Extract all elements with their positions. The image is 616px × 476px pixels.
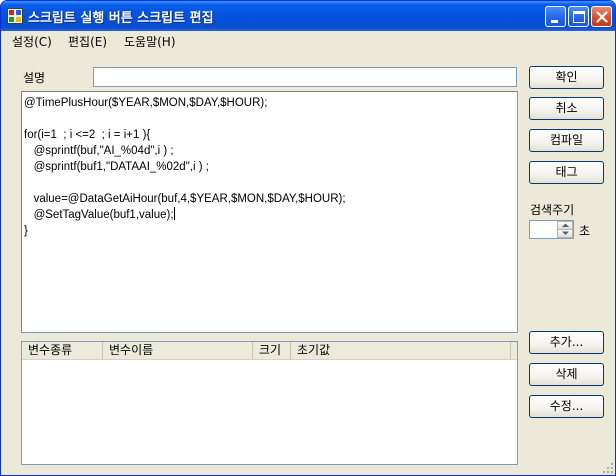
close-button[interactable] <box>591 6 612 27</box>
arrow-down-icon <box>562 231 569 235</box>
column-variable-name[interactable]: 변수이름 <box>103 342 253 359</box>
column-size[interactable]: 크기 <box>253 342 291 359</box>
menu-help[interactable]: 도움말(H) <box>121 33 179 50</box>
window-title: 스크립트 실행 버튼 스크립트 편집 <box>28 11 214 26</box>
spinner-down-button[interactable] <box>557 229 573 238</box>
code-line: @TimePlusHour($YEAR,$MON,$DAY,$HOUR); <box>24 97 268 109</box>
search-period-spinner[interactable] <box>529 220 574 239</box>
delete-variable-button[interactable]: 삭제 <box>529 363 604 386</box>
code-line: @sprintf(buf,"AI_%04d",i ) ; <box>24 145 174 157</box>
description-input[interactable] <box>93 67 517 87</box>
edit-variable-button[interactable]: 수정... <box>529 395 604 418</box>
minimize-icon <box>551 20 558 23</box>
cancel-button[interactable]: 취소 <box>529 97 604 120</box>
code-line: value=@DataGetAiHour(buf,4,$YEAR,$MON,$D… <box>24 193 346 205</box>
column-initial-value[interactable]: 초기값 <box>291 342 511 359</box>
tag-button[interactable]: 태그 <box>529 161 604 184</box>
code-line-current: @SetTagValue(buf1,value); <box>24 207 515 223</box>
menu-bar: 설정(C) 편집(E) 도움말(H) <box>1 31 615 51</box>
text-caret <box>173 207 175 220</box>
code-line: } <box>24 225 28 237</box>
spinner-buttons <box>557 221 573 238</box>
search-period-value[interactable] <box>532 222 556 237</box>
resize-grip-icon[interactable] <box>602 462 614 474</box>
seconds-unit-label: 초 <box>579 224 591 238</box>
description-label: 설명 <box>23 71 46 85</box>
minimize-button[interactable] <box>545 6 566 27</box>
add-variable-button[interactable]: 추가... <box>529 331 604 354</box>
variables-table-header: 변수종류 변수이름 크기 초기값 <box>22 342 517 360</box>
script-edit-window: 스크립트 실행 버튼 스크립트 편집 설정(C) 편집(E) 도움말(H) 설명… <box>0 0 616 476</box>
variables-table[interactable]: 변수종류 변수이름 크기 초기값 <box>21 341 518 465</box>
close-icon <box>596 11 608 23</box>
search-period-label: 검색주기 <box>530 203 575 217</box>
arrow-up-icon <box>562 223 569 227</box>
code-line: @sprintf(buf1,"DATAAI_%02d",i ) ; <box>24 161 209 173</box>
maximize-button[interactable] <box>568 6 589 27</box>
maximize-icon <box>573 11 585 23</box>
confirm-button[interactable]: 확인 <box>529 66 604 89</box>
code-line-text: @SetTagValue(buf1,value); <box>24 209 174 221</box>
code-line: for(i=1 ; i <=2 ; i = i+1 ){ <box>24 129 151 141</box>
column-variable-type[interactable]: 변수종류 <box>22 342 103 359</box>
script-editor[interactable]: @TimePlusHour($YEAR,$MON,$DAY,$HOUR); fo… <box>21 91 518 333</box>
title-bar[interactable]: 스크립트 실행 버튼 스크립트 편집 <box>1 1 615 31</box>
app-icon <box>7 8 23 24</box>
menu-edit[interactable]: 편집(E) <box>65 33 110 50</box>
menu-settings[interactable]: 설정(C) <box>9 33 55 50</box>
compile-button[interactable]: 컴파일 <box>529 129 604 152</box>
